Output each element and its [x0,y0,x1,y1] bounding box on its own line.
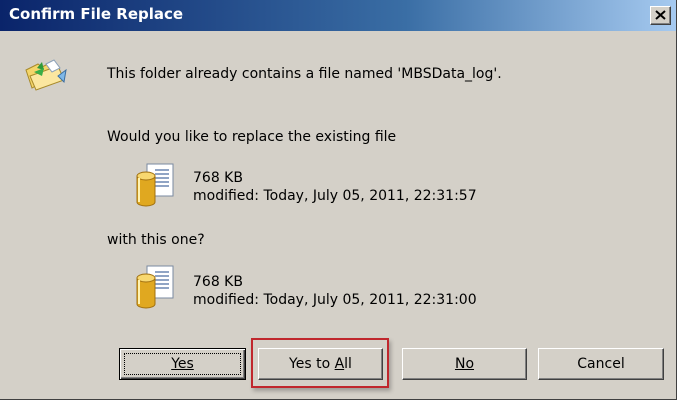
new-file-modified: modified: Today, July 05, 2011, 22:31:00 [193,292,477,308]
cancel-button-label: Cancel [577,356,625,372]
database-file-icon [136,163,174,207]
existing-file-size: 768 KB [193,170,243,186]
replace-question: Would you like to replace the existing f… [107,129,397,145]
title-bar[interactable]: Confirm File Replace [0,0,676,31]
no-button[interactable]: No [402,348,527,380]
yes-button-label: Yes [171,356,194,372]
new-file-size: 768 KB [193,274,243,290]
yes-to-all-highlight [251,338,389,388]
existing-file-modified: modified: Today, July 05, 2011, 22:31:57 [193,188,477,204]
no-button-label: No [454,356,475,372]
folder-replace-icon [25,59,67,91]
with-this-one-label: with this one? [107,232,205,248]
already-contains-message: This folder already contains a file name… [107,66,502,82]
dialog-title: Confirm File Replace [9,5,184,23]
cancel-button[interactable]: Cancel [538,348,664,380]
yes-button[interactable]: Yes [119,348,246,380]
close-button[interactable] [650,6,671,25]
confirm-file-replace-dialog: Confirm File Replace This folder already… [0,0,677,400]
database-file-icon [136,265,174,309]
close-icon [655,10,666,20]
